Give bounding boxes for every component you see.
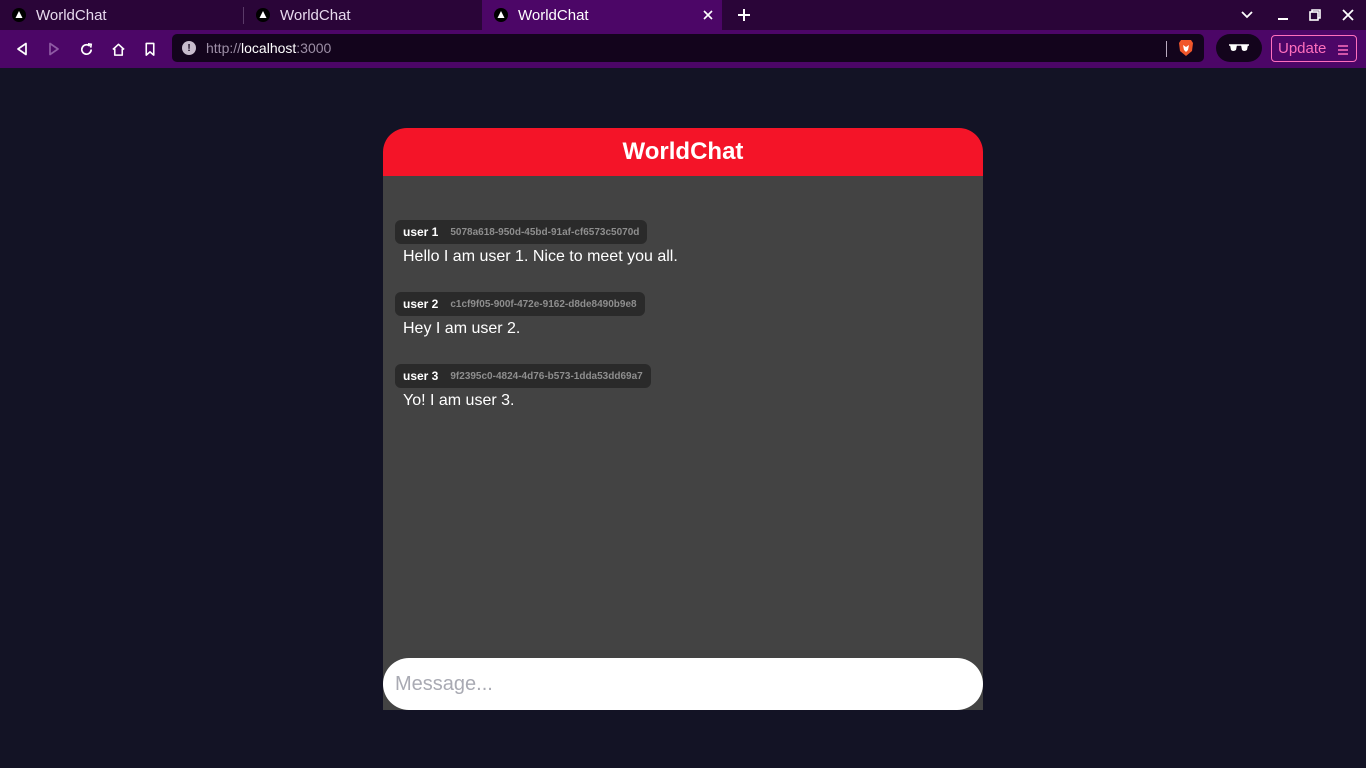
triangle-favicon-icon xyxy=(12,8,26,22)
minimize-icon[interactable] xyxy=(1273,5,1293,25)
address-bar[interactable]: ! http://localhost:3000 xyxy=(172,34,1204,62)
forward-icon[interactable] xyxy=(44,39,64,59)
tab-title: WorldChat xyxy=(518,6,589,24)
update-button[interactable]: Update xyxy=(1271,35,1357,62)
hamburger-menu-icon xyxy=(1337,43,1349,60)
triangle-favicon-icon xyxy=(256,8,270,22)
back-icon[interactable] xyxy=(12,39,32,59)
browser-toolbar: ! http://localhost:3000 Update xyxy=(0,30,1366,68)
new-tab-icon[interactable] xyxy=(734,5,754,25)
tab-search-chevron-icon[interactable] xyxy=(1237,5,1257,25)
message-username: user 3 xyxy=(403,369,439,383)
message-item: user 3 9f2395c0-4824-4d76-b573-1dda53dd6… xyxy=(395,364,651,410)
update-label: Update xyxy=(1278,40,1327,57)
url-port: :3000 xyxy=(296,40,332,56)
bookmark-icon[interactable] xyxy=(140,39,160,59)
tab-strip: WorldChat WorldChat WorldChat xyxy=(0,0,1366,30)
private-window-glasses-icon[interactable] xyxy=(1216,34,1262,62)
message-user-id: c1cf9f05-900f-472e-9162-d8de8490b9e8 xyxy=(450,298,637,310)
triangle-favicon-icon xyxy=(494,8,508,22)
message-text: Hello I am user 1. Nice to meet you all. xyxy=(403,248,678,265)
tab-title: WorldChat xyxy=(36,6,107,24)
url-scheme: http:// xyxy=(206,40,242,56)
tab-worldchat-2[interactable]: WorldChat xyxy=(244,0,482,30)
message-username: user 2 xyxy=(403,297,439,311)
restore-icon[interactable] xyxy=(1305,5,1325,25)
tab-title: WorldChat xyxy=(280,6,351,24)
message-item: user 1 5078a618-950d-45bd-91af-cf6573c50… xyxy=(395,220,678,266)
home-icon[interactable] xyxy=(108,39,128,59)
close-window-icon[interactable] xyxy=(1338,5,1358,25)
message-text: Yo! I am user 3. xyxy=(403,392,515,409)
url-text[interactable]: http://localhost:3000 xyxy=(206,40,331,56)
chat-title: WorldChat xyxy=(383,128,983,176)
message-meta: user 1 5078a618-950d-45bd-91af-cf6573c50… xyxy=(395,220,648,244)
message-user-id: 9f2395c0-4824-4d76-b573-1dda53dd69a7 xyxy=(450,370,643,382)
message-input[interactable] xyxy=(383,658,983,710)
message-item: user 2 c1cf9f05-900f-472e-9162-d8de8490b… xyxy=(395,292,645,338)
message-list: user 1 5078a618-950d-45bd-91af-cf6573c50… xyxy=(383,176,983,710)
reload-icon[interactable] xyxy=(76,39,96,59)
url-host: localhost xyxy=(241,40,297,56)
message-username: user 1 xyxy=(403,225,439,239)
address-bar-divider xyxy=(1166,41,1167,57)
tab-worldchat-3[interactable]: WorldChat xyxy=(482,0,722,30)
message-user-id: 5078a618-950d-45bd-91af-cf6573c5070d xyxy=(450,226,640,238)
tab-worldchat-1[interactable]: WorldChat xyxy=(0,0,243,30)
message-meta: user 2 c1cf9f05-900f-472e-9162-d8de8490b… xyxy=(395,292,645,316)
chat-window: WorldChat user 1 5078a618-950d-45bd-91af… xyxy=(383,128,983,710)
message-meta: user 3 9f2395c0-4824-4d76-b573-1dda53dd6… xyxy=(395,364,651,388)
close-tab-icon[interactable] xyxy=(700,7,716,23)
message-text: Hey I am user 2. xyxy=(403,320,521,337)
site-info-icon[interactable]: ! xyxy=(182,41,196,55)
brave-shields-icon[interactable] xyxy=(1178,39,1194,57)
